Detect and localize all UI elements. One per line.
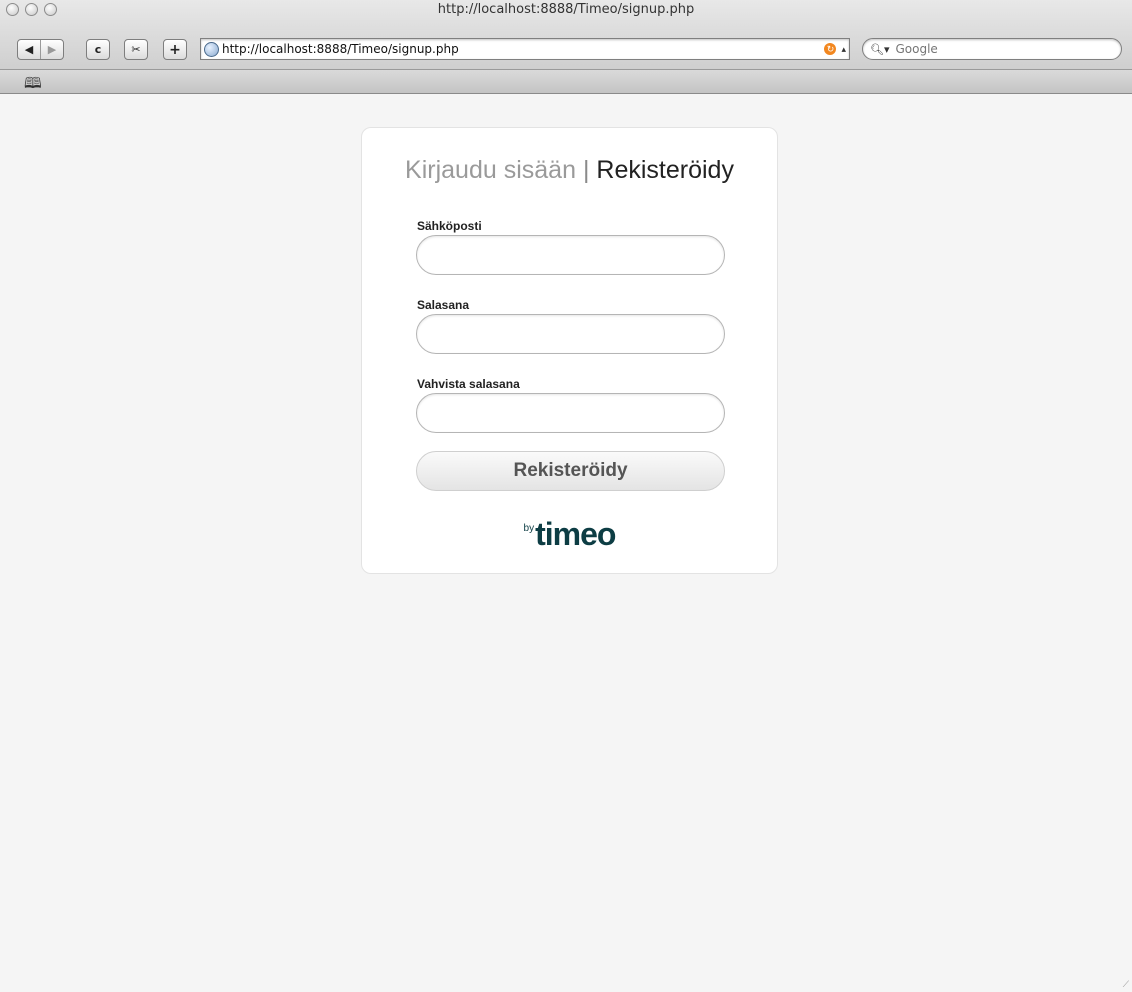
window-titlebar: http://localhost:8888/Timeo/signup.php ◀…: [0, 0, 1132, 70]
email-label: Sähköposti: [417, 219, 482, 233]
password-field[interactable]: [416, 314, 725, 354]
caret-up-icon[interactable]: ▴: [841, 44, 846, 55]
reload-group: c: [86, 39, 110, 60]
search-input[interactable]: [893, 41, 1121, 57]
bookmarks-bar: 🕮: [0, 70, 1132, 94]
address-text[interactable]: http://localhost:8888/Timeo/signup.php: [222, 42, 824, 56]
rss-icon[interactable]: ↻: [824, 43, 837, 55]
add-bookmark-button[interactable]: +: [164, 40, 186, 59]
search-bar[interactable]: 🔍︎▾: [862, 38, 1122, 60]
snippet-button[interactable]: ✂: [125, 40, 147, 59]
register-button[interactable]: Rekisteröidy: [416, 451, 725, 491]
resize-grip-icon[interactable]: ⟋: [1123, 979, 1129, 990]
confirm-password-label: Vahvista salasana: [417, 377, 520, 391]
tab-separator: |: [582, 156, 590, 184]
browser-toolbar: ◀ ▶ c ✂ + http://localhost:8888/Timeo/si…: [0, 22, 1132, 66]
reload-button[interactable]: c: [87, 40, 109, 59]
auth-tabs: Kirjaudu sisään | Rekisteröidy: [362, 156, 777, 185]
forward-button[interactable]: ▶: [40, 40, 63, 59]
window-title: http://localhost:8888/Timeo/signup.php: [437, 2, 695, 17]
add-bookmark-group: +: [163, 39, 187, 60]
search-icon[interactable]: 🔍︎▾: [870, 43, 890, 56]
brand-logo: bytimeo: [362, 516, 777, 553]
bookmarks-book-icon[interactable]: 🕮: [24, 73, 42, 98]
brand-name: timeo: [535, 516, 616, 552]
snip-group: ✂: [124, 39, 148, 60]
signup-card: Kirjaudu sisään | Rekisteröidy Sähköpost…: [361, 127, 778, 574]
login-tab-link[interactable]: Kirjaudu sisään: [405, 156, 576, 184]
globe-icon: [204, 41, 219, 57]
email-field[interactable]: [416, 235, 725, 275]
address-bar[interactable]: http://localhost:8888/Timeo/signup.php ↻…: [200, 38, 850, 60]
confirm-password-field[interactable]: [416, 393, 725, 433]
brand-by: by: [523, 523, 535, 534]
password-label: Salasana: [417, 298, 470, 312]
back-button[interactable]: ◀: [18, 40, 40, 59]
register-tab: Rekisteröidy: [596, 156, 734, 184]
nav-buttons: ◀ ▶: [17, 39, 64, 60]
